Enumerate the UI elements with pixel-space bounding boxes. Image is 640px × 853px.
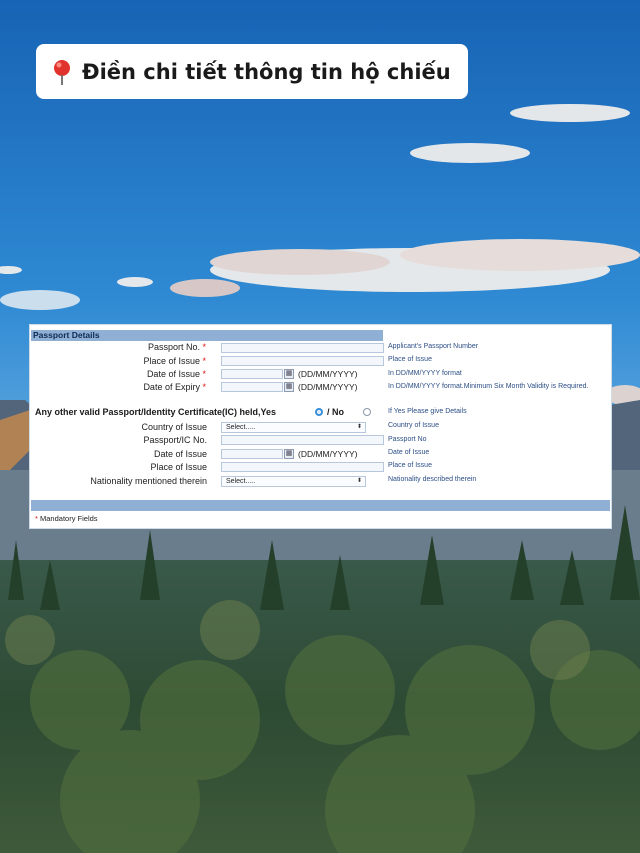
passport-no-input[interactable]	[221, 343, 384, 353]
no-label: / No	[327, 407, 344, 417]
passport-details-form: Passport Details Passport No. * Applican…	[29, 324, 612, 529]
other-place-of-issue-hint: Place of Issue	[388, 462, 432, 469]
country-of-issue-select[interactable]: Select..... ⬍	[221, 422, 366, 433]
other-date-of-issue-format: (DD/MM/YYYY)	[298, 449, 358, 459]
dropdown-caret-icon: ⬍	[356, 478, 362, 484]
dropdown-caret-icon: ⬍	[356, 424, 362, 430]
passport-ic-no-hint: Passport No	[388, 436, 427, 443]
date-of-issue-input[interactable]	[221, 369, 283, 379]
place-of-issue-label: Place of Issue *	[143, 356, 206, 366]
round-pushpin-icon	[54, 59, 70, 85]
other-date-of-issue-input[interactable]	[221, 449, 283, 459]
date-of-issue-label: Date of Issue *	[146, 369, 206, 379]
date-of-expiry-format: (DD/MM/YYYY)	[298, 382, 358, 392]
other-date-of-issue-label: Date of Issue	[153, 449, 207, 459]
date-of-issue-hint: In DD/MM/YYYY format	[388, 370, 462, 377]
question-hint: If Yes Please give Details	[388, 408, 467, 415]
country-of-issue-hint: Country of Issue	[388, 422, 439, 429]
passport-no-hint: Applicant's Passport Number	[388, 343, 479, 350]
country-of-issue-label: Country of Issue	[141, 422, 207, 432]
passport-ic-no-label: Passport/IC No.	[143, 435, 207, 445]
date-of-expiry-input[interactable]	[221, 382, 283, 392]
date-of-expiry-hint: In DD/MM/YYYY format.Minimum Six Month V…	[388, 383, 589, 390]
passport-ic-no-input[interactable]	[221, 435, 384, 445]
passport-no-label: Passport No. *	[147, 342, 206, 352]
calendar-icon[interactable]: ▦	[284, 449, 294, 459]
other-passport-question: Any other valid Passport/Identity Certif…	[35, 407, 277, 417]
date-of-issue-format: (DD/MM/YYYY)	[298, 369, 358, 379]
place-of-issue-hint: Place of Issue	[388, 356, 432, 363]
date-of-expiry-label: Date of Expiry *	[143, 382, 206, 392]
place-of-issue-input[interactable]	[221, 356, 384, 366]
no-radio[interactable]	[363, 408, 371, 416]
nationality-select[interactable]: Select..... ⬍	[221, 476, 366, 487]
yes-radio[interactable]	[315, 408, 323, 416]
other-place-of-issue-label: Place of Issue	[150, 462, 207, 472]
other-date-of-issue-hint: Date of Issue	[388, 449, 430, 456]
calendar-icon[interactable]: ▦	[284, 369, 294, 379]
calendar-icon[interactable]: ▦	[284, 382, 294, 392]
nationality-hint: Nationality described therein	[388, 476, 477, 483]
nationality-label: Nationality mentioned therein	[90, 476, 207, 486]
mandatory-fields-note: * Mandatory Fields	[35, 514, 98, 523]
form-footer-bar	[31, 500, 610, 511]
title-banner: Điền chi tiết thông tin hộ chiếu	[36, 44, 468, 99]
section-header: Passport Details	[31, 330, 383, 341]
other-place-of-issue-input[interactable]	[221, 462, 384, 472]
title-text: Điền chi tiết thông tin hộ chiếu	[82, 59, 451, 84]
